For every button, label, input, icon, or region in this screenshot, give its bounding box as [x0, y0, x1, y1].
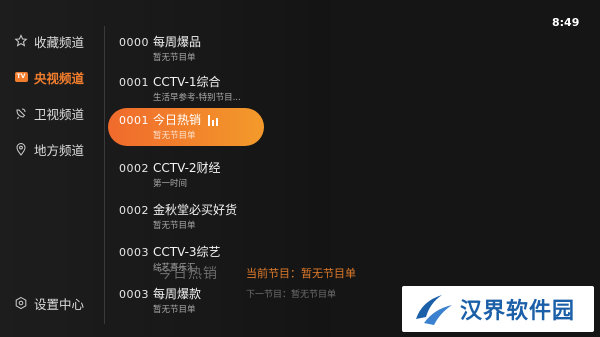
channel-item[interactable]: 0001 CCTV-1综合 生活早参考-特别节目... [108, 70, 264, 108]
channel-name: CCTV-1综合 [153, 75, 221, 89]
channel-name: 今日热销 [153, 113, 202, 127]
channel-program: 暂无节目单 [153, 131, 196, 141]
channel-program: 生活早参考-特别节目... [153, 93, 241, 103]
sidebar-item-label: 地方频道 [34, 142, 85, 158]
current-program-text: 当前节目：暂无节目单 [246, 267, 356, 280]
channel-number: 0000 [119, 36, 149, 49]
sidebar-item-label: 收藏频道 [34, 34, 85, 50]
settings-icon [14, 296, 28, 310]
channel-item[interactable]: 0003 每周爆款 暂无节目单 [108, 282, 264, 320]
channel-name: 每周爆款 [153, 287, 202, 301]
sidebar-item-label: 央视频道 [34, 70, 85, 86]
channel-name: CCTV-3综艺 [153, 245, 221, 259]
channel-name: CCTV-2财经 [153, 161, 221, 175]
location-pin-icon [14, 142, 28, 156]
channel-program: 暂无节目单 [153, 221, 196, 231]
channel-name: 金秋堂必买好货 [153, 203, 238, 217]
satellite-icon [14, 106, 28, 120]
sidebar-item-satellite[interactable]: 卫视频道 [14, 102, 84, 124]
watermark-logo: 汉界软件园 [402, 286, 594, 332]
channel-item[interactable]: 0002 金秋堂必买好货 暂无节目单 [108, 198, 264, 236]
channel-number: 0001 [119, 114, 149, 127]
channel-program: 暂无节目单 [153, 305, 196, 315]
star-icon [14, 34, 28, 48]
sidebar-item-settings[interactable]: 设置中心 [14, 292, 84, 314]
clock: 8:49 [552, 16, 580, 29]
channel-number: 0003 [119, 246, 149, 259]
channel-program: 暂无节目单 [153, 53, 196, 63]
channel-number: 0002 [119, 204, 149, 217]
channel-item[interactable]: 0000 每周爆品 暂无节目单 [108, 30, 264, 68]
sidebar-divider [104, 26, 105, 324]
sidebar: 收藏频道 TV 央视频道 卫视频道 地方频道 设置中心 [0, 0, 104, 337]
channel-program: 第一时间 [153, 179, 188, 189]
sidebar-item-cctv[interactable]: TV 央视频道 [14, 66, 84, 88]
playing-equalizer-icon [208, 115, 218, 126]
current-channel-title: 今日热销 [158, 266, 218, 282]
watermark-text: 汉界软件园 [460, 299, 576, 324]
channel-item-selected[interactable]: 0001 今日热销 暂无节目单 [108, 108, 264, 146]
channel-name: 每周爆品 [153, 35, 202, 49]
channel-item[interactable]: 0002 CCTV-2财经 第一时间 [108, 156, 264, 194]
sidebar-item-label: 设置中心 [34, 296, 85, 312]
channel-number: 0003 [119, 288, 149, 301]
sidebar-item-local[interactable]: 地方频道 [14, 138, 84, 160]
tv-icon: TV [14, 70, 28, 84]
sidebar-item-favorites[interactable]: 收藏频道 [14, 30, 84, 52]
channel-number: 0002 [119, 162, 149, 175]
watermark-swoosh-icon [416, 295, 452, 325]
sidebar-item-label: 卫视频道 [34, 106, 85, 122]
next-program-text: 下一节目：暂无节目单 [246, 290, 337, 300]
channel-number: 0001 [119, 76, 149, 89]
